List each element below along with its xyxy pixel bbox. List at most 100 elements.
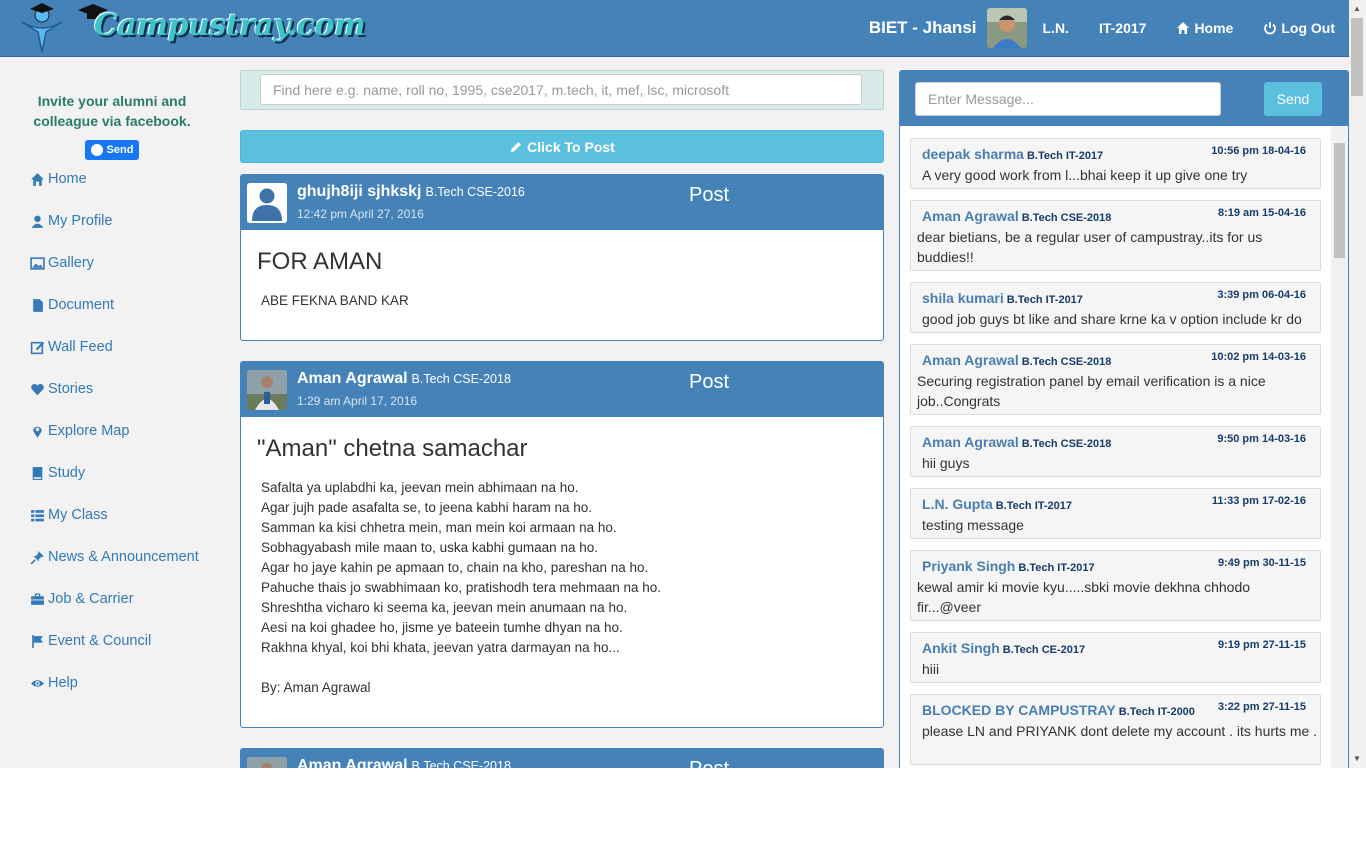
chat-message: Aman Agrawal B.Tech CSE-2018 10:02 pm 14-… xyxy=(910,344,1321,415)
post-author[interactable]: Aman Agrawal B.Tech CSE-2018 xyxy=(297,757,511,768)
post-author-name: Aman Agrawal xyxy=(297,757,408,768)
facebook-send-button[interactable]: Send xyxy=(85,140,139,160)
click-to-post-button[interactable]: Click To Post xyxy=(240,130,884,163)
invite-text: Invite your alumni and colleague via fac… xyxy=(33,93,191,129)
chat-message: L.N. Gupta B.Tech IT-2017 11:33 pm 17-02-… xyxy=(910,488,1321,539)
map-marker-icon xyxy=(33,426,42,438)
sidebar-item-document[interactable]: Document xyxy=(30,297,199,339)
sidebar-item-label: Gallery xyxy=(48,255,94,271)
site-logo[interactable]: Campustray.com xyxy=(18,2,366,54)
sidebar-item-stories[interactable]: Stories xyxy=(30,381,199,423)
post-type-label: Post xyxy=(689,184,730,206)
chat-author-branch: B.Tech IT-2017 xyxy=(995,500,1072,512)
chat-scrollbar[interactable] xyxy=(1331,126,1348,768)
chat-message: Priyank Singh B.Tech IT-2017 9:49 pm 30-1… xyxy=(910,550,1321,621)
sidebar-item-wall-feed[interactable]: Wall Feed xyxy=(30,339,199,381)
heart-icon xyxy=(31,384,44,396)
post-type-label: Post xyxy=(689,371,730,393)
post-author[interactable]: ghujh8iji sjhkskj B.Tech CSE-2016 xyxy=(297,183,525,201)
flag-icon xyxy=(32,635,43,648)
post-title: FOR AMAN xyxy=(257,248,383,275)
chat-author[interactable]: BLOCKED BY CAMPUSTRAY B.Tech IT-2000 xyxy=(922,702,1195,718)
sidebar-item-study[interactable]: Study xyxy=(30,465,199,507)
scroll-down-arrow-icon[interactable]: ▼ xyxy=(1353,754,1361,763)
eye-icon xyxy=(31,680,44,687)
file-icon xyxy=(33,299,43,312)
user-short-name[interactable]: L.N. xyxy=(1043,20,1069,36)
user-photo-icon xyxy=(986,8,1027,48)
user-avatar[interactable] xyxy=(986,8,1027,48)
list-icon xyxy=(31,510,44,522)
chat-time: 10:56 pm 18-04-16 xyxy=(1211,145,1306,157)
chat-message: Aman Agrawal B.Tech CSE-2018 9:50 pm 14-0… xyxy=(910,426,1321,477)
chat-author[interactable]: deepak sharma B.Tech IT-2017 xyxy=(922,146,1103,162)
messenger-icon xyxy=(90,144,103,156)
send-message-button[interactable]: Send xyxy=(1264,82,1322,116)
sidebar-item-label: Event & Council xyxy=(48,633,152,649)
post-author[interactable]: Aman Agrawal B.Tech CSE-2018 xyxy=(297,370,511,388)
sidebar-item-label: Study xyxy=(48,465,86,481)
post-header: Aman Agrawal B.Tech CSE-2018 1:29 am Apri… xyxy=(241,362,883,417)
chat-author-name: deepak sharma xyxy=(922,146,1024,162)
author-photo-icon xyxy=(247,757,287,768)
chat-author[interactable]: Ankit Singh B.Tech CE-2017 xyxy=(922,640,1085,656)
sidebar-nav: Home My Profile Gallery Document Wall Fe… xyxy=(30,171,199,717)
chat-author[interactable]: Aman Agrawal B.Tech CSE-2018 xyxy=(922,434,1111,450)
author-avatar[interactable] xyxy=(247,757,287,768)
post-header: Aman AgrawalB.Tech CSE-2018 Post xyxy=(241,749,883,768)
post-card: ghujh8iji sjhkskj B.Tech CSE-2016 12:42 p… xyxy=(240,174,884,341)
home-link[interactable]: Home xyxy=(1176,20,1233,36)
sidebar-item-label: Stories xyxy=(48,381,94,397)
message-input[interactable] xyxy=(915,82,1221,116)
sidebar-item-my-profile[interactable]: My Profile xyxy=(30,213,199,255)
sidebar-item-event[interactable]: Event & Council xyxy=(30,633,199,675)
page-scrollbar[interactable]: ▲ ▼ xyxy=(1349,0,1366,768)
post-header: ghujh8iji sjhkskj B.Tech CSE-2016 12:42 p… xyxy=(241,175,883,230)
sidebar-item-home[interactable]: Home xyxy=(30,171,199,213)
sidebar-item-label: Job & Carrier xyxy=(48,591,134,607)
sidebar-item-news[interactable]: News & Announcement xyxy=(30,549,199,591)
user-icon xyxy=(31,215,44,228)
author-avatar[interactable] xyxy=(247,183,287,223)
chat-author-name: shila kumari xyxy=(922,290,1004,306)
chat-author[interactable]: L.N. Gupta B.Tech IT-2017 xyxy=(922,496,1072,512)
sidebar-item-my-class[interactable]: My Class xyxy=(30,507,199,549)
chat-author[interactable]: shila kumari B.Tech IT-2017 xyxy=(922,290,1083,306)
post-body: Safalta ya uplabdhi ka, jeevan mein abhi… xyxy=(261,480,661,695)
user-batch[interactable]: IT-2017 xyxy=(1099,20,1146,36)
sidebar-item-label: My Class xyxy=(48,507,108,523)
sidebar-item-label: Help xyxy=(48,675,78,691)
logout-link[interactable]: Log Out xyxy=(1263,20,1335,36)
sidebar-item-explore-map[interactable]: Explore Map xyxy=(30,423,199,465)
scroll-up-arrow-icon[interactable]: ▲ xyxy=(1353,4,1361,13)
chat-author[interactable]: Aman Agrawal B.Tech CSE-2018 xyxy=(922,352,1111,368)
chat-author-name: Ankit Singh xyxy=(922,640,1000,656)
search-input[interactable] xyxy=(260,74,862,105)
picture-icon xyxy=(30,257,45,270)
pencil-icon xyxy=(511,141,522,152)
chat-author[interactable]: Priyank Singh B.Tech IT-2017 xyxy=(922,558,1095,574)
page-scrollbar-thumb[interactable] xyxy=(1351,18,1363,96)
chat-scrollbar-thumb[interactable] xyxy=(1334,143,1345,258)
chat-text: please LN and PRIYANK dont delete my acc… xyxy=(922,723,1318,739)
left-sidebar: Invite your alumni and colleague via fac… xyxy=(0,57,225,768)
power-icon xyxy=(1264,22,1277,35)
chat-message: Ankit Singh B.Tech CE-2017 9:19 pm 27-11-… xyxy=(910,632,1321,683)
facebook-send-label: Send xyxy=(106,144,134,156)
chat-text: kewal amir ki movie kyu.....sbki movie d… xyxy=(917,579,1251,615)
post-timestamp: 1:29 am April 17, 2016 xyxy=(297,394,418,408)
chat-author-branch: B.Tech IT-2017 xyxy=(1026,150,1104,162)
chat-message: Aman Agrawal B.Tech CSE-2018 8:19 am 15-0… xyxy=(910,200,1321,271)
post-author-branch: B.Tech CSE-2018 xyxy=(411,372,511,386)
sidebar-item-job[interactable]: Job & Carrier xyxy=(30,591,199,633)
chat-time: 9:19 pm 27-11-15 xyxy=(1217,639,1306,651)
sidebar-item-help[interactable]: Help xyxy=(30,675,199,717)
chat-author-branch: B.Tech CSE-2018 xyxy=(1021,438,1112,450)
sidebar-item-label: Explore Map xyxy=(48,423,130,439)
sidebar-item-gallery[interactable]: Gallery xyxy=(30,255,199,297)
chat-header: Send xyxy=(900,71,1348,126)
chat-author[interactable]: Aman Agrawal B.Tech CSE-2018 xyxy=(922,208,1111,224)
author-avatar[interactable] xyxy=(247,370,287,410)
chat-author-branch: B.Tech IT-2017 xyxy=(1006,294,1083,306)
logo-text: Campustray.com xyxy=(94,8,366,43)
